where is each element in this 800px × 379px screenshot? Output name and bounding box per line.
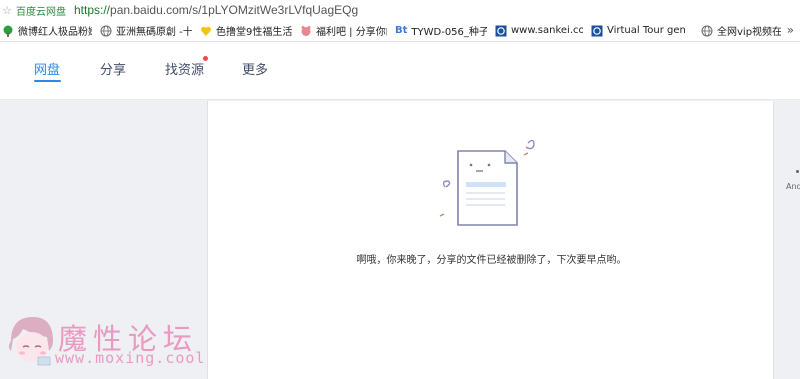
sankei-icon (495, 25, 507, 37)
bookmark-item[interactable]: 全网vip视频在线解 (699, 20, 787, 41)
heart-icon (200, 25, 212, 37)
bookmark-item[interactable]: Virtual Tour gen (589, 20, 699, 41)
deleted-file-illustration (439, 139, 535, 226)
right-edge-label: And (786, 182, 800, 191)
bookmark-item[interactable]: Bt TYWD-056_种子下 (393, 20, 493, 41)
address-bar[interactable]: ☆ 百度云网盘 https:// pan.baidu.com/s/1pLYOMz… (0, 0, 800, 20)
bookmark-item[interactable]: 色撸堂9性福生活 (198, 20, 298, 41)
top-nav: 网盘 分享 找资源 更多 (0, 42, 800, 100)
bookmark-item[interactable]: 亚洲無碼原創 -十四 (98, 20, 198, 41)
tab-netdisk[interactable]: 网盘 (34, 59, 60, 78)
globe-icon (701, 25, 713, 37)
bookmark-item[interactable]: www.sankei.com (493, 20, 589, 41)
bookmark-item[interactable]: 微博红人极品粉嫩 (0, 20, 98, 41)
tab-share[interactable]: 分享 (100, 59, 126, 78)
deleted-file-message: 啊哦，你来晚了，分享的文件已经被删除了，下次要早点哟。 (356, 255, 627, 266)
bookmarks-overflow-icon[interactable]: » (787, 23, 794, 37)
content-panel: 啊哦，你来晚了，分享的文件已经被删除了，下次要早点哟。 (207, 101, 774, 379)
bookmark-item[interactable]: 福利吧 | 分享你的 (298, 20, 393, 41)
globe-icon (100, 25, 112, 37)
notification-dot (203, 56, 208, 61)
active-tab-indicator (34, 80, 61, 82)
watermark-url: www.moxing.cool (55, 349, 206, 367)
url-scheme[interactable]: https:// (74, 3, 110, 17)
browser-window: ☆ 百度云网盘 https:// pan.baidu.com/s/1pLYOMz… (0, 0, 800, 379)
tree-icon (2, 25, 14, 37)
tab-more[interactable]: 更多 (242, 59, 268, 78)
url-path[interactable]: pan.baidu.com/s/1pLYOMzitWe3rLVfqUagEQg (110, 3, 358, 17)
tab-find-resources[interactable]: 找资源 (165, 59, 204, 78)
watermark-mascot-icon (9, 317, 53, 366)
right-edge-dot (796, 170, 799, 173)
site-name: 百度云网盘 (16, 6, 66, 18)
bookmarks-bar: 微博红人极品粉嫩 亚洲無碼原創 -十四 色撸堂9性福生活 福利吧 | 分享你的 … (0, 20, 800, 42)
pig-icon (300, 25, 312, 37)
bookmark-star-icon[interactable]: ☆ (0, 4, 14, 17)
bt-icon: Bt (395, 25, 408, 36)
sankei-icon (591, 25, 603, 37)
